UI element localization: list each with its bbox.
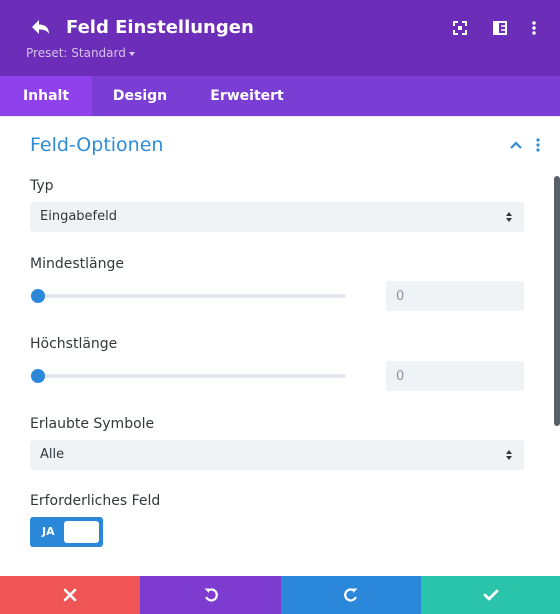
sidebar-layout-icon xyxy=(493,21,507,35)
undo-icon xyxy=(204,588,218,602)
min-length-slider-track[interactable] xyxy=(38,294,346,298)
more-vertical-icon xyxy=(532,21,536,35)
min-length-input[interactable] xyxy=(386,281,524,311)
tab-inhalt[interactable]: Inhalt xyxy=(0,76,92,116)
tab-erweitert[interactable]: Erweitert xyxy=(188,76,306,116)
screenshot-button[interactable] xyxy=(451,19,469,37)
type-select-value: Eingabefeld xyxy=(40,209,117,224)
save-button[interactable] xyxy=(421,576,560,614)
type-label: Typ xyxy=(30,178,54,194)
allowed-symbols-label: Erlaubte Symbole xyxy=(30,416,155,432)
caret-down-icon xyxy=(128,51,135,56)
back-arrow-icon xyxy=(32,20,49,34)
section-more-button[interactable] xyxy=(531,136,545,154)
select-arrows-icon xyxy=(506,450,512,460)
tab-design[interactable]: Design xyxy=(92,76,188,116)
collapse-section-button[interactable] xyxy=(507,136,525,154)
allowed-symbols-select[interactable]: Alle xyxy=(30,440,524,470)
required-field-toggle[interactable]: JA xyxy=(30,517,103,547)
allowed-symbols-value: Alle xyxy=(40,447,65,462)
more-options-button[interactable] xyxy=(525,19,543,37)
undo-button[interactable] xyxy=(140,576,281,614)
modal-title: Feld Einstellungen xyxy=(66,17,254,38)
back-button[interactable] xyxy=(28,16,54,40)
preset-label: Preset: Standard xyxy=(26,46,126,60)
more-vertical-icon xyxy=(536,138,540,152)
max-length-input[interactable] xyxy=(386,361,524,391)
toggle-knob xyxy=(64,521,99,543)
screenshot-icon xyxy=(453,21,467,35)
redo-icon xyxy=(344,588,358,602)
min-length-slider-handle[interactable] xyxy=(31,289,45,303)
max-length-slider-handle[interactable] xyxy=(31,369,45,383)
modal-footer xyxy=(0,576,560,614)
section-title[interactable]: Feld-Optionen xyxy=(30,132,163,158)
chevron-up-icon xyxy=(510,141,522,149)
select-arrows-icon xyxy=(506,212,512,222)
max-length-slider-track[interactable] xyxy=(38,374,346,378)
min-length-label: Mindestlänge xyxy=(30,256,124,272)
scrollbar[interactable] xyxy=(554,176,560,426)
preset-selector[interactable]: Preset: Standard xyxy=(26,45,135,61)
required-field-label: Erforderliches Feld xyxy=(30,493,161,509)
max-length-label: Höchstlänge xyxy=(30,336,118,352)
toggle-state-text: JA xyxy=(42,525,55,538)
close-icon xyxy=(63,588,77,602)
cancel-button[interactable] xyxy=(0,576,140,614)
type-select[interactable]: Eingabefeld xyxy=(30,202,524,232)
check-icon xyxy=(483,589,498,601)
redo-button[interactable] xyxy=(281,576,421,614)
tab-bar: Inhalt Design Erweitert xyxy=(0,76,560,116)
modal-header: Feld Einstellungen Preset: Standard xyxy=(0,0,560,76)
layout-toggle-button[interactable] xyxy=(491,19,509,37)
